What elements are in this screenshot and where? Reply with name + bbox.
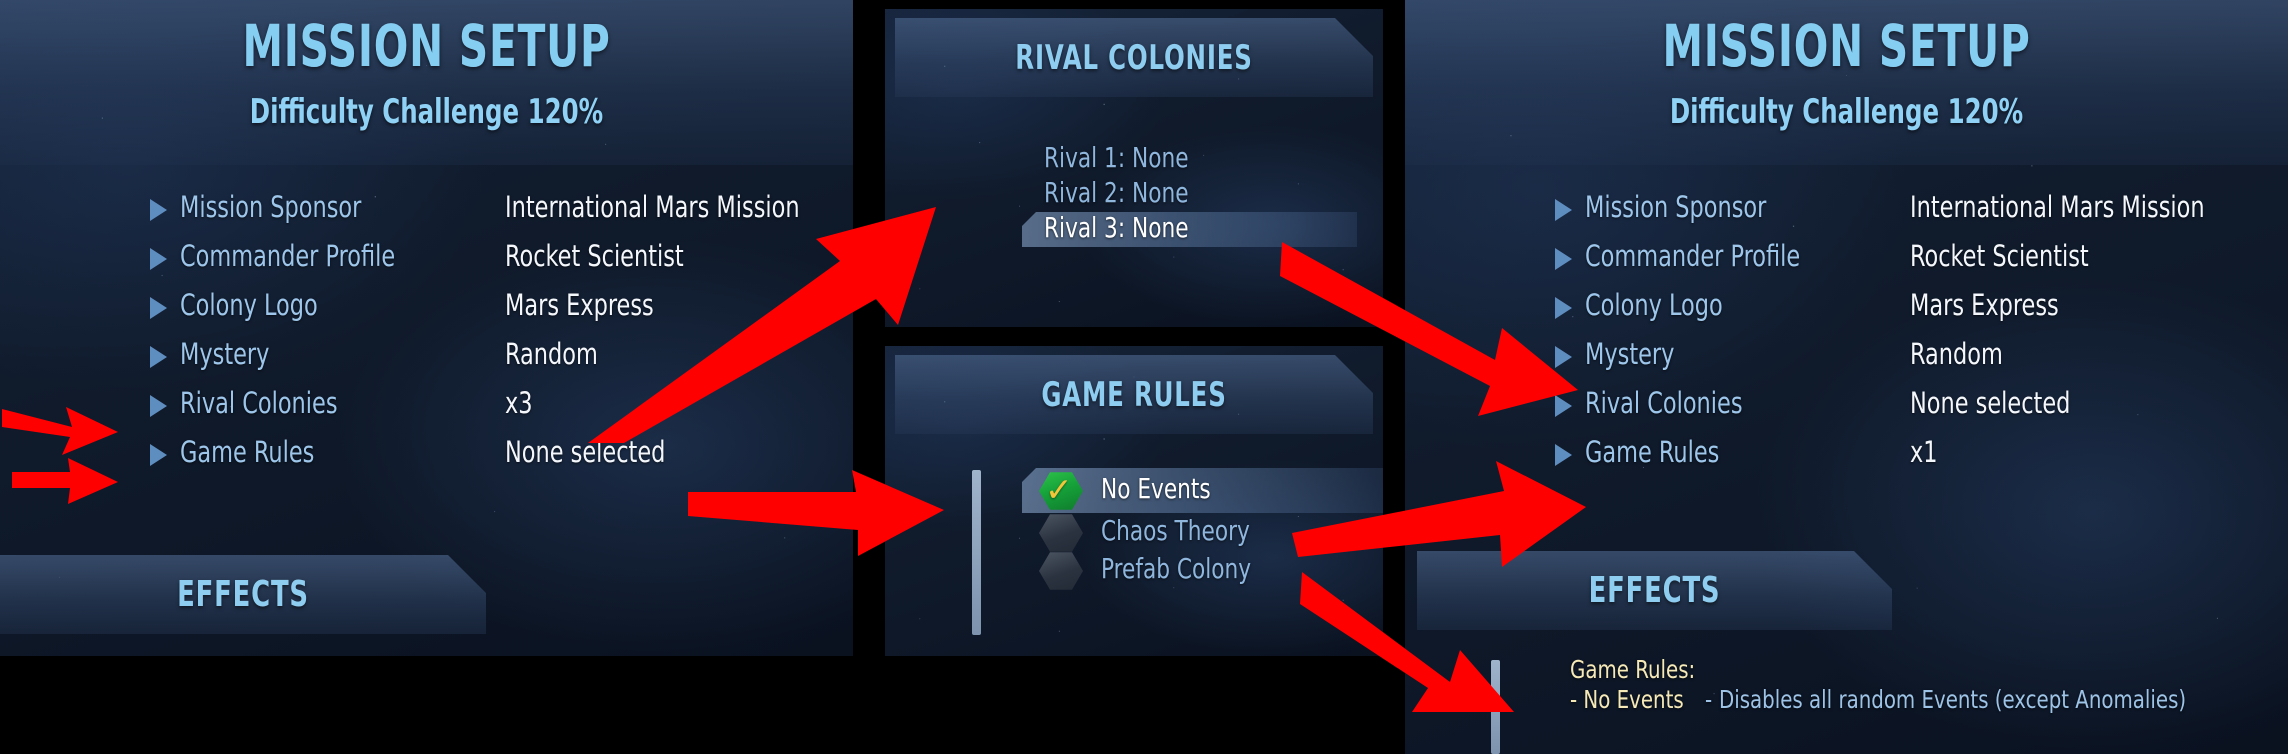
setting-value: x1 — [1910, 435, 1938, 469]
setting-row-commander-profile[interactable]: Commander Profile Rocket Scientist — [0, 237, 853, 286]
triangle-bullet-icon — [1555, 199, 1572, 221]
right-difficulty-subtitle: Difficulty Challenge 120% — [1669, 92, 2024, 132]
setting-row-mission-sponsor[interactable]: Mission Sponsor International Mars Missi… — [1405, 188, 2288, 237]
setting-row-commander-profile[interactable]: Commander Profile Rocket Scientist — [1405, 237, 2288, 286]
game-rules-popup: GAME RULES ✓ No Events Chaos Theory Pref… — [885, 346, 1383, 656]
setting-label: Commander Profile — [180, 239, 396, 273]
triangle-bullet-icon — [1555, 395, 1572, 417]
right-effects-header-label: EFFECTS — [1588, 570, 1721, 611]
setting-row-colony-logo[interactable]: Colony Logo Mars Express — [0, 286, 853, 335]
right-effects-header: EFFECTS — [1417, 551, 1892, 630]
rival-colonies-popup: RIVAL COLONIES Rival 1: None Rival 2: No… — [885, 9, 1383, 327]
setting-row-mystery[interactable]: Mystery Random — [1405, 335, 2288, 384]
right-mission-setup-panel: MISSION SETUP Difficulty Challenge 120% … — [1405, 0, 2288, 754]
setting-label: Mystery — [180, 337, 270, 371]
rival-option-label: Rival 3: None — [1044, 211, 1189, 244]
left-page-title: MISSION SETUP — [242, 12, 611, 80]
setting-label: Rival Colonies — [1585, 386, 1743, 420]
setting-label: Game Rules — [1585, 435, 1720, 469]
setting-value: Random — [505, 337, 598, 371]
effects-description: Disables all random Events (except Anoma… — [1719, 685, 2187, 714]
setting-value: x3 — [505, 386, 533, 420]
triangle-bullet-icon — [150, 297, 167, 319]
checkmark-icon: ✓ — [1045, 470, 1073, 509]
triangle-bullet-icon — [1555, 444, 1572, 466]
game-rule-label: No Events — [1101, 472, 1211, 505]
game-rules-popup-header: GAME RULES — [895, 355, 1373, 434]
game-rules-popup-title: GAME RULES — [1041, 374, 1227, 415]
effects-heading: Game Rules: — [1570, 655, 1696, 684]
game-rule-chaos-theory[interactable]: Chaos Theory — [885, 513, 1383, 552]
setting-label: Mission Sponsor — [180, 190, 362, 224]
rival-colonies-option-list: Rival 1: None Rival 2: None Rival 3: Non… — [885, 141, 1383, 247]
left-difficulty-subtitle: Difficulty Challenge 120% — [249, 92, 604, 132]
effects-rule-name: - No Events — [1570, 685, 1684, 714]
effects-separator: - — [1705, 685, 1713, 714]
setting-row-rival-colonies[interactable]: Rival Colonies None selected — [1405, 384, 2288, 433]
triangle-bullet-icon — [1555, 346, 1572, 368]
hexagon-icon — [1039, 552, 1083, 590]
setting-row-rival-colonies[interactable]: Rival Colonies x3 — [0, 384, 853, 433]
setting-label: Colony Logo — [180, 288, 318, 322]
triangle-bullet-icon — [150, 346, 167, 368]
setting-row-mystery[interactable]: Mystery Random — [0, 335, 853, 384]
setting-row-game-rules[interactable]: Game Rules x1 — [1405, 433, 2288, 482]
setting-value: Rocket Scientist — [1910, 239, 2089, 273]
setting-label: Mystery — [1585, 337, 1675, 371]
setting-label: Rival Colonies — [180, 386, 338, 420]
triangle-bullet-icon — [150, 444, 167, 466]
effects-scrollbar-track[interactable] — [1491, 660, 1500, 754]
setting-label: Mission Sponsor — [1585, 190, 1767, 224]
rival-option-2[interactable]: Rival 2: None — [885, 176, 1383, 212]
triangle-bullet-icon — [150, 199, 167, 221]
hexagon-icon — [1039, 514, 1083, 552]
left-mission-setup-panel: MISSION SETUP Difficulty Challenge 120% … — [0, 0, 853, 656]
setting-row-game-rules[interactable]: Game Rules None selected — [0, 433, 853, 482]
left-effects-header: EFFECTS — [0, 555, 486, 634]
rival-colonies-popup-title: RIVAL COLONIES — [1015, 37, 1253, 78]
setting-value: Rocket Scientist — [505, 239, 684, 273]
triangle-bullet-icon — [1555, 248, 1572, 270]
setting-value: Mars Express — [505, 288, 654, 322]
right-page-title: MISSION SETUP — [1662, 12, 2031, 80]
game-rule-label: Chaos Theory — [1101, 514, 1250, 547]
setting-label: Colony Logo — [1585, 288, 1723, 322]
right-settings-list: Mission Sponsor International Mars Missi… — [1405, 188, 2288, 482]
setting-row-mission-sponsor[interactable]: Mission Sponsor International Mars Missi… — [0, 188, 853, 237]
setting-value: Random — [1910, 337, 2003, 371]
game-rules-option-list: ✓ No Events Chaos Theory Prefab Colony — [885, 468, 1383, 590]
setting-label: Commander Profile — [1585, 239, 1801, 273]
game-rule-label: Prefab Colony — [1101, 552, 1252, 585]
left-settings-list: Mission Sponsor International Mars Missi… — [0, 188, 853, 482]
setting-value: Mars Express — [1910, 288, 2059, 322]
effects-entry: - No Events - Disables all random Events (… — [1570, 685, 2250, 714]
setting-value: None selected — [505, 435, 666, 469]
left-effects-header-label: EFFECTS — [177, 574, 309, 615]
setting-row-colony-logo[interactable]: Colony Logo Mars Express — [1405, 286, 2288, 335]
game-rule-no-events[interactable]: ✓ No Events — [885, 468, 1383, 513]
setting-label: Game Rules — [180, 435, 315, 469]
setting-value: International Mars Mission — [505, 190, 800, 224]
triangle-bullet-icon — [1555, 297, 1572, 319]
setting-value: None selected — [1910, 386, 2071, 420]
setting-value: International Mars Mission — [1910, 190, 2205, 224]
game-rule-prefab-colony[interactable]: Prefab Colony — [885, 551, 1383, 590]
rival-option-3[interactable]: Rival 3: None — [885, 211, 1383, 247]
rival-option-label: Rival 1: None — [1044, 141, 1189, 174]
rival-option-1[interactable]: Rival 1: None — [885, 141, 1383, 177]
rival-option-label: Rival 2: None — [1044, 176, 1189, 209]
rival-colonies-popup-header: RIVAL COLONIES — [895, 18, 1373, 97]
triangle-bullet-icon — [150, 395, 167, 417]
effects-scrollbar-thumb[interactable] — [1491, 660, 1500, 754]
screenshot-root: MISSION SETUP Difficulty Challenge 120% … — [0, 0, 2288, 754]
triangle-bullet-icon — [150, 248, 167, 270]
